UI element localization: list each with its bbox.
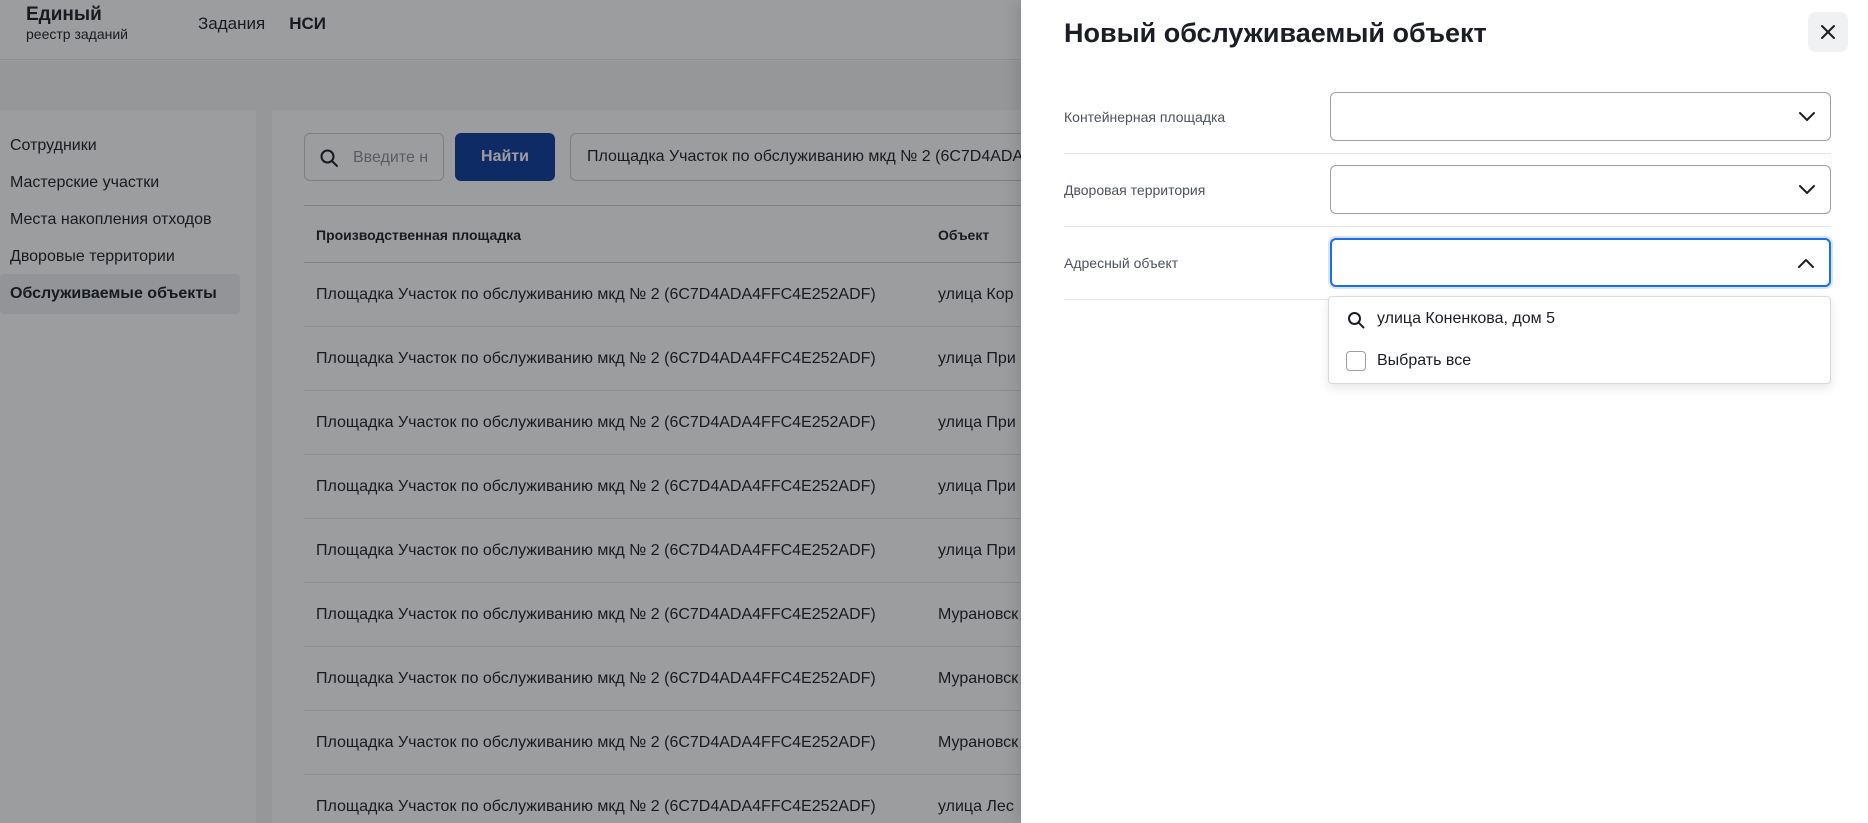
dropdown-search[interactable] [1329,297,1832,341]
field-row-container-site: Контейнерная площадка [1064,81,1831,154]
search-icon [1348,312,1365,329]
field-row-yard-area: Дворовая территория [1064,154,1831,227]
address-object-select[interactable] [1330,238,1831,287]
dropdown-search-input[interactable] [1377,307,1797,331]
close-button[interactable] [1808,12,1848,52]
yard-area-select[interactable] [1330,165,1831,214]
chevron-up-icon [1798,259,1814,268]
select-all-option[interactable]: Выбрать все [1329,341,1832,381]
container-site-select[interactable] [1330,92,1831,141]
select-all-label: Выбрать все [1377,352,1472,369]
field-label-address-object: Адресный объект [1064,255,1179,271]
field-label-container-site: Контейнерная площадка [1064,109,1226,125]
chevron-down-icon [1799,185,1815,194]
field-row-address-object: Адресный объект [1064,227,1831,300]
select-all-checkbox[interactable] [1346,351,1366,371]
address-object-dropdown: Выбрать все [1328,296,1831,384]
close-icon [1821,25,1835,39]
new-object-drawer: Новый обслуживаемый объект Контейнерная … [1021,0,1868,823]
chevron-down-icon [1799,112,1815,121]
field-label-yard-area: Дворовая территория [1064,182,1206,198]
drawer-title: Новый обслуживаемый объект [1064,18,1487,48]
